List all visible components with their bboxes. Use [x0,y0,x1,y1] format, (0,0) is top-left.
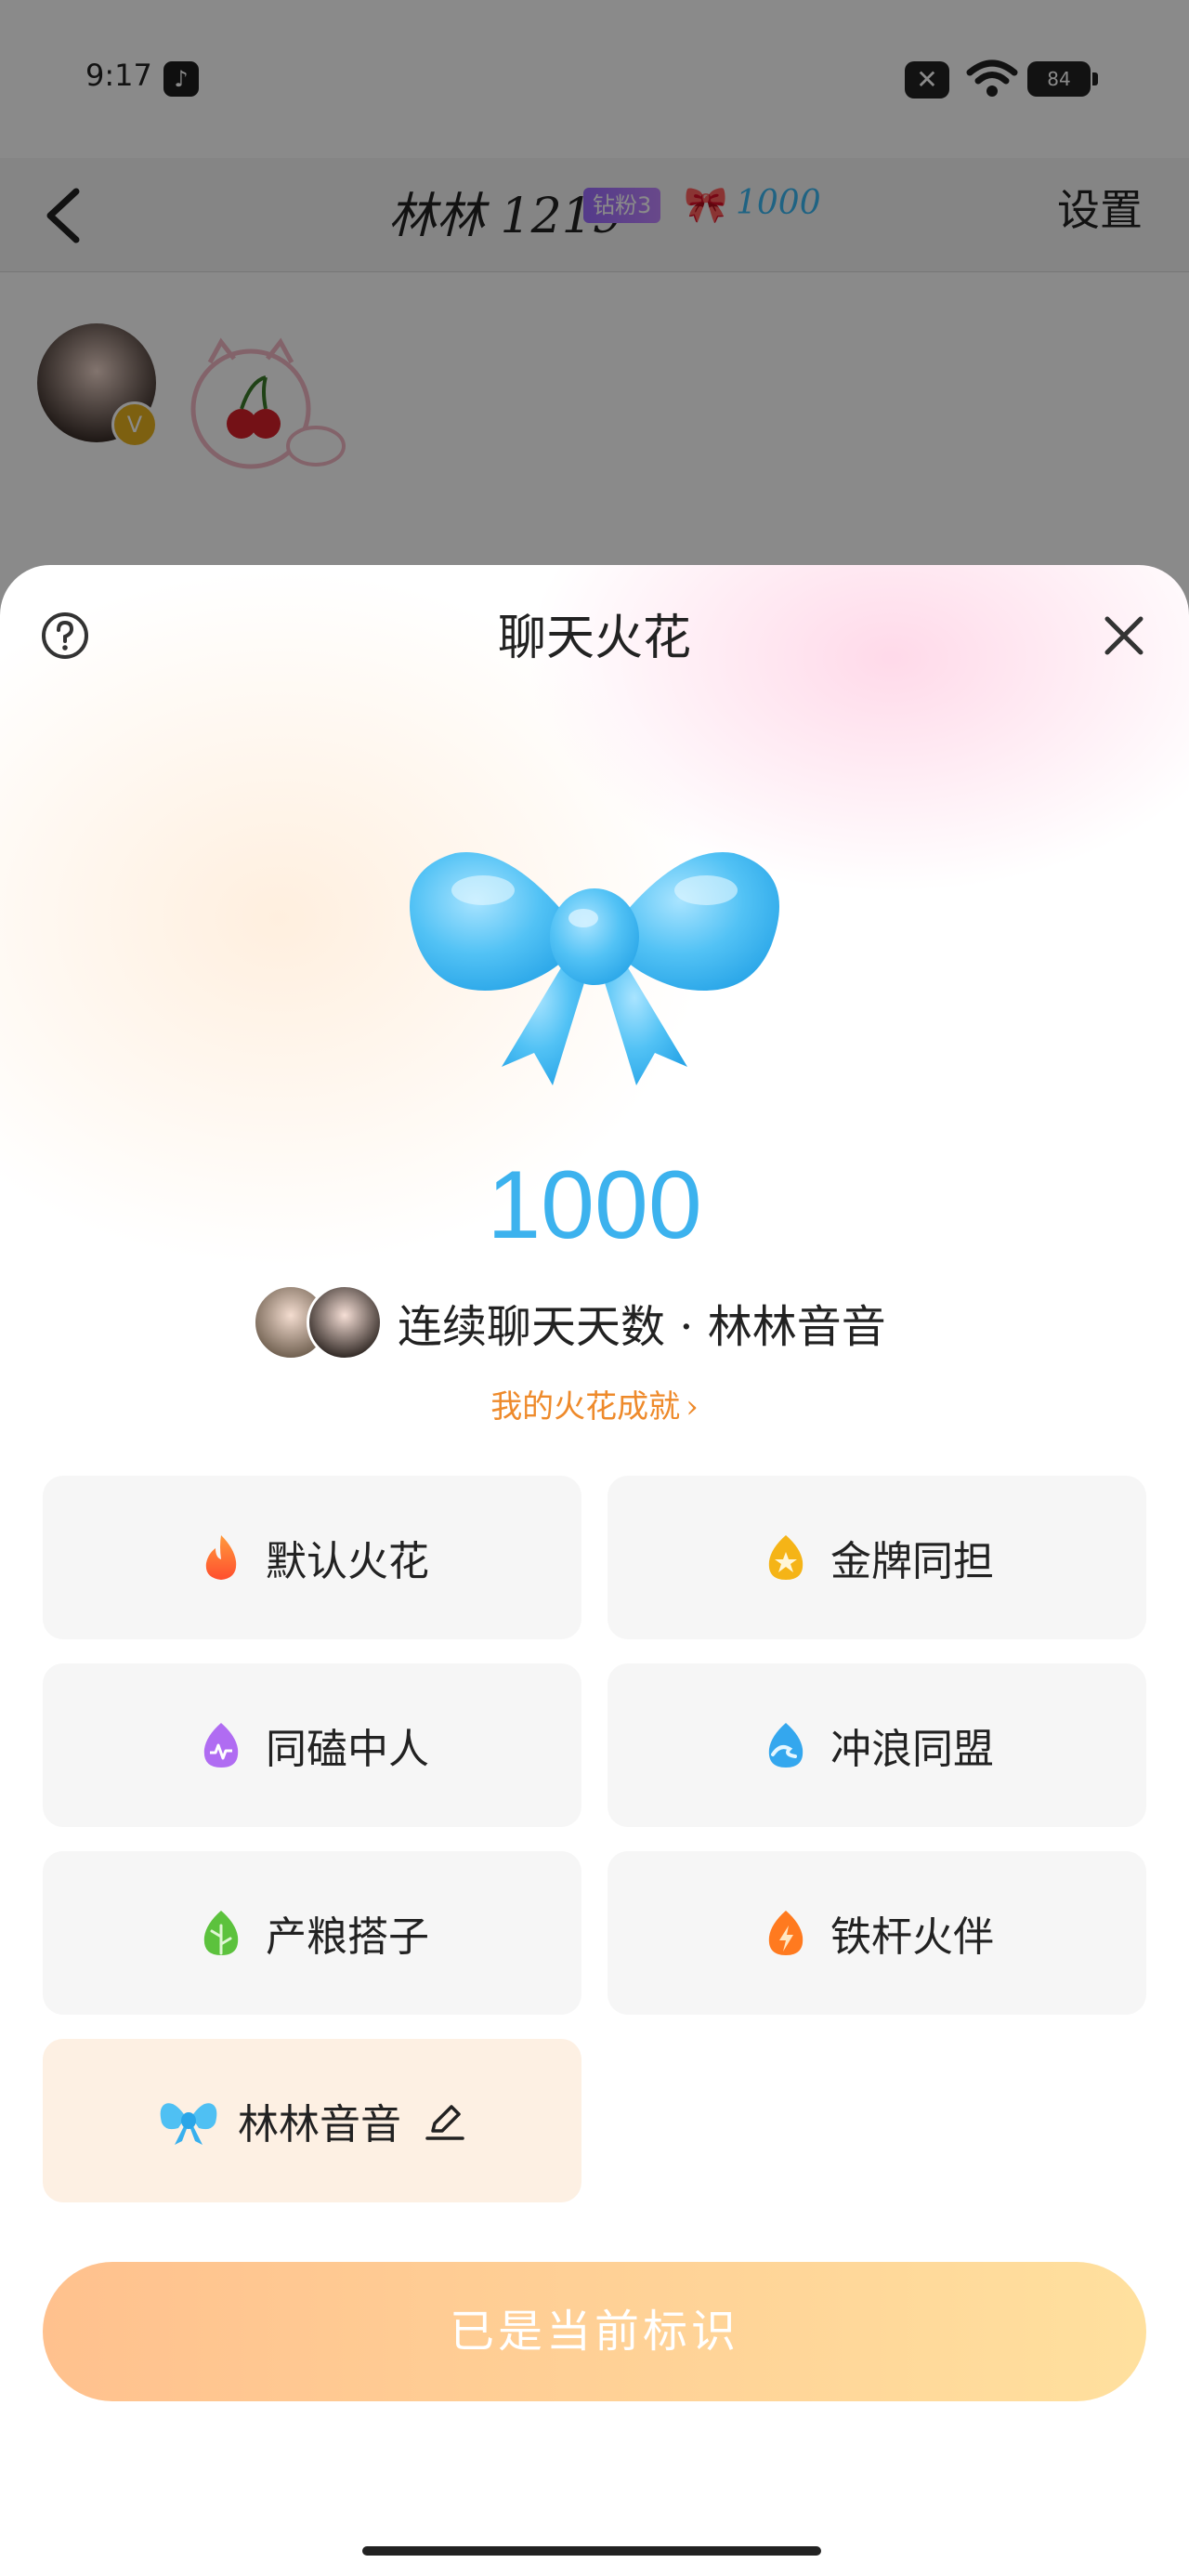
streak-count: 1000 [487,1151,702,1259]
avatar [307,1284,383,1360]
wave-flame-icon [768,1723,804,1768]
blue-bow-icon [160,2103,217,2145]
option-custom-linlin[interactable]: 林林音音 [43,2039,581,2202]
achievements-link-label: 我的火花成就 [490,1388,681,1426]
purple-flame-icon [203,1723,239,1768]
current-badge-button[interactable]: 已是当前标识 [43,2262,1146,2401]
blue-bow-icon [410,852,779,1085]
home-indicator[interactable] [362,2546,821,2556]
option-gold-fan[interactable]: 金牌同担 [608,1476,1146,1639]
option-label: 铁杆火伴 [830,1913,994,1961]
edit-pencil-icon[interactable] [424,2099,466,2142]
option-label: 同磕中人 [266,1726,429,1773]
pair-avatars [253,1284,383,1360]
option-label: 林林音音 [238,2101,401,2149]
my-achievements-link[interactable]: 我的火花成就 › [0,1381,1189,1426]
option-label: 产粮搭子 [266,1913,429,1961]
option-default-spark[interactable]: 默认火花 [43,1476,581,1639]
chat-spark-sheet: 聊天火花 1000 连续聊天天数 · 林林音音 我的火花成就 › 默认火花 金牌… [0,565,1189,2576]
option-label: 冲浪同盟 [830,1726,994,1773]
option-label: 金牌同担 [830,1538,994,1585]
sheet-title: 聊天火花 [497,611,691,666]
option-label: 默认火花 [266,1538,429,1585]
chevron-right-icon: › [686,1388,699,1426]
option-content-buddy[interactable]: 产粮搭子 [43,1851,581,2015]
lightning-flame-icon [768,1911,804,1955]
close-icon[interactable] [1102,613,1146,658]
option-fellow-shipper[interactable]: 同磕中人 [43,1663,581,1827]
gold-star-flame-icon [768,1535,804,1580]
option-loyal-partner[interactable]: 铁杆火伴 [608,1851,1146,2015]
option-surfing-alliance[interactable]: 冲浪同盟 [608,1663,1146,1827]
flame-icon [205,1535,237,1580]
streak-label: 连续聊天天数 · 林林音音 [398,1301,886,1353]
green-leaf-flame-icon [203,1911,239,1955]
